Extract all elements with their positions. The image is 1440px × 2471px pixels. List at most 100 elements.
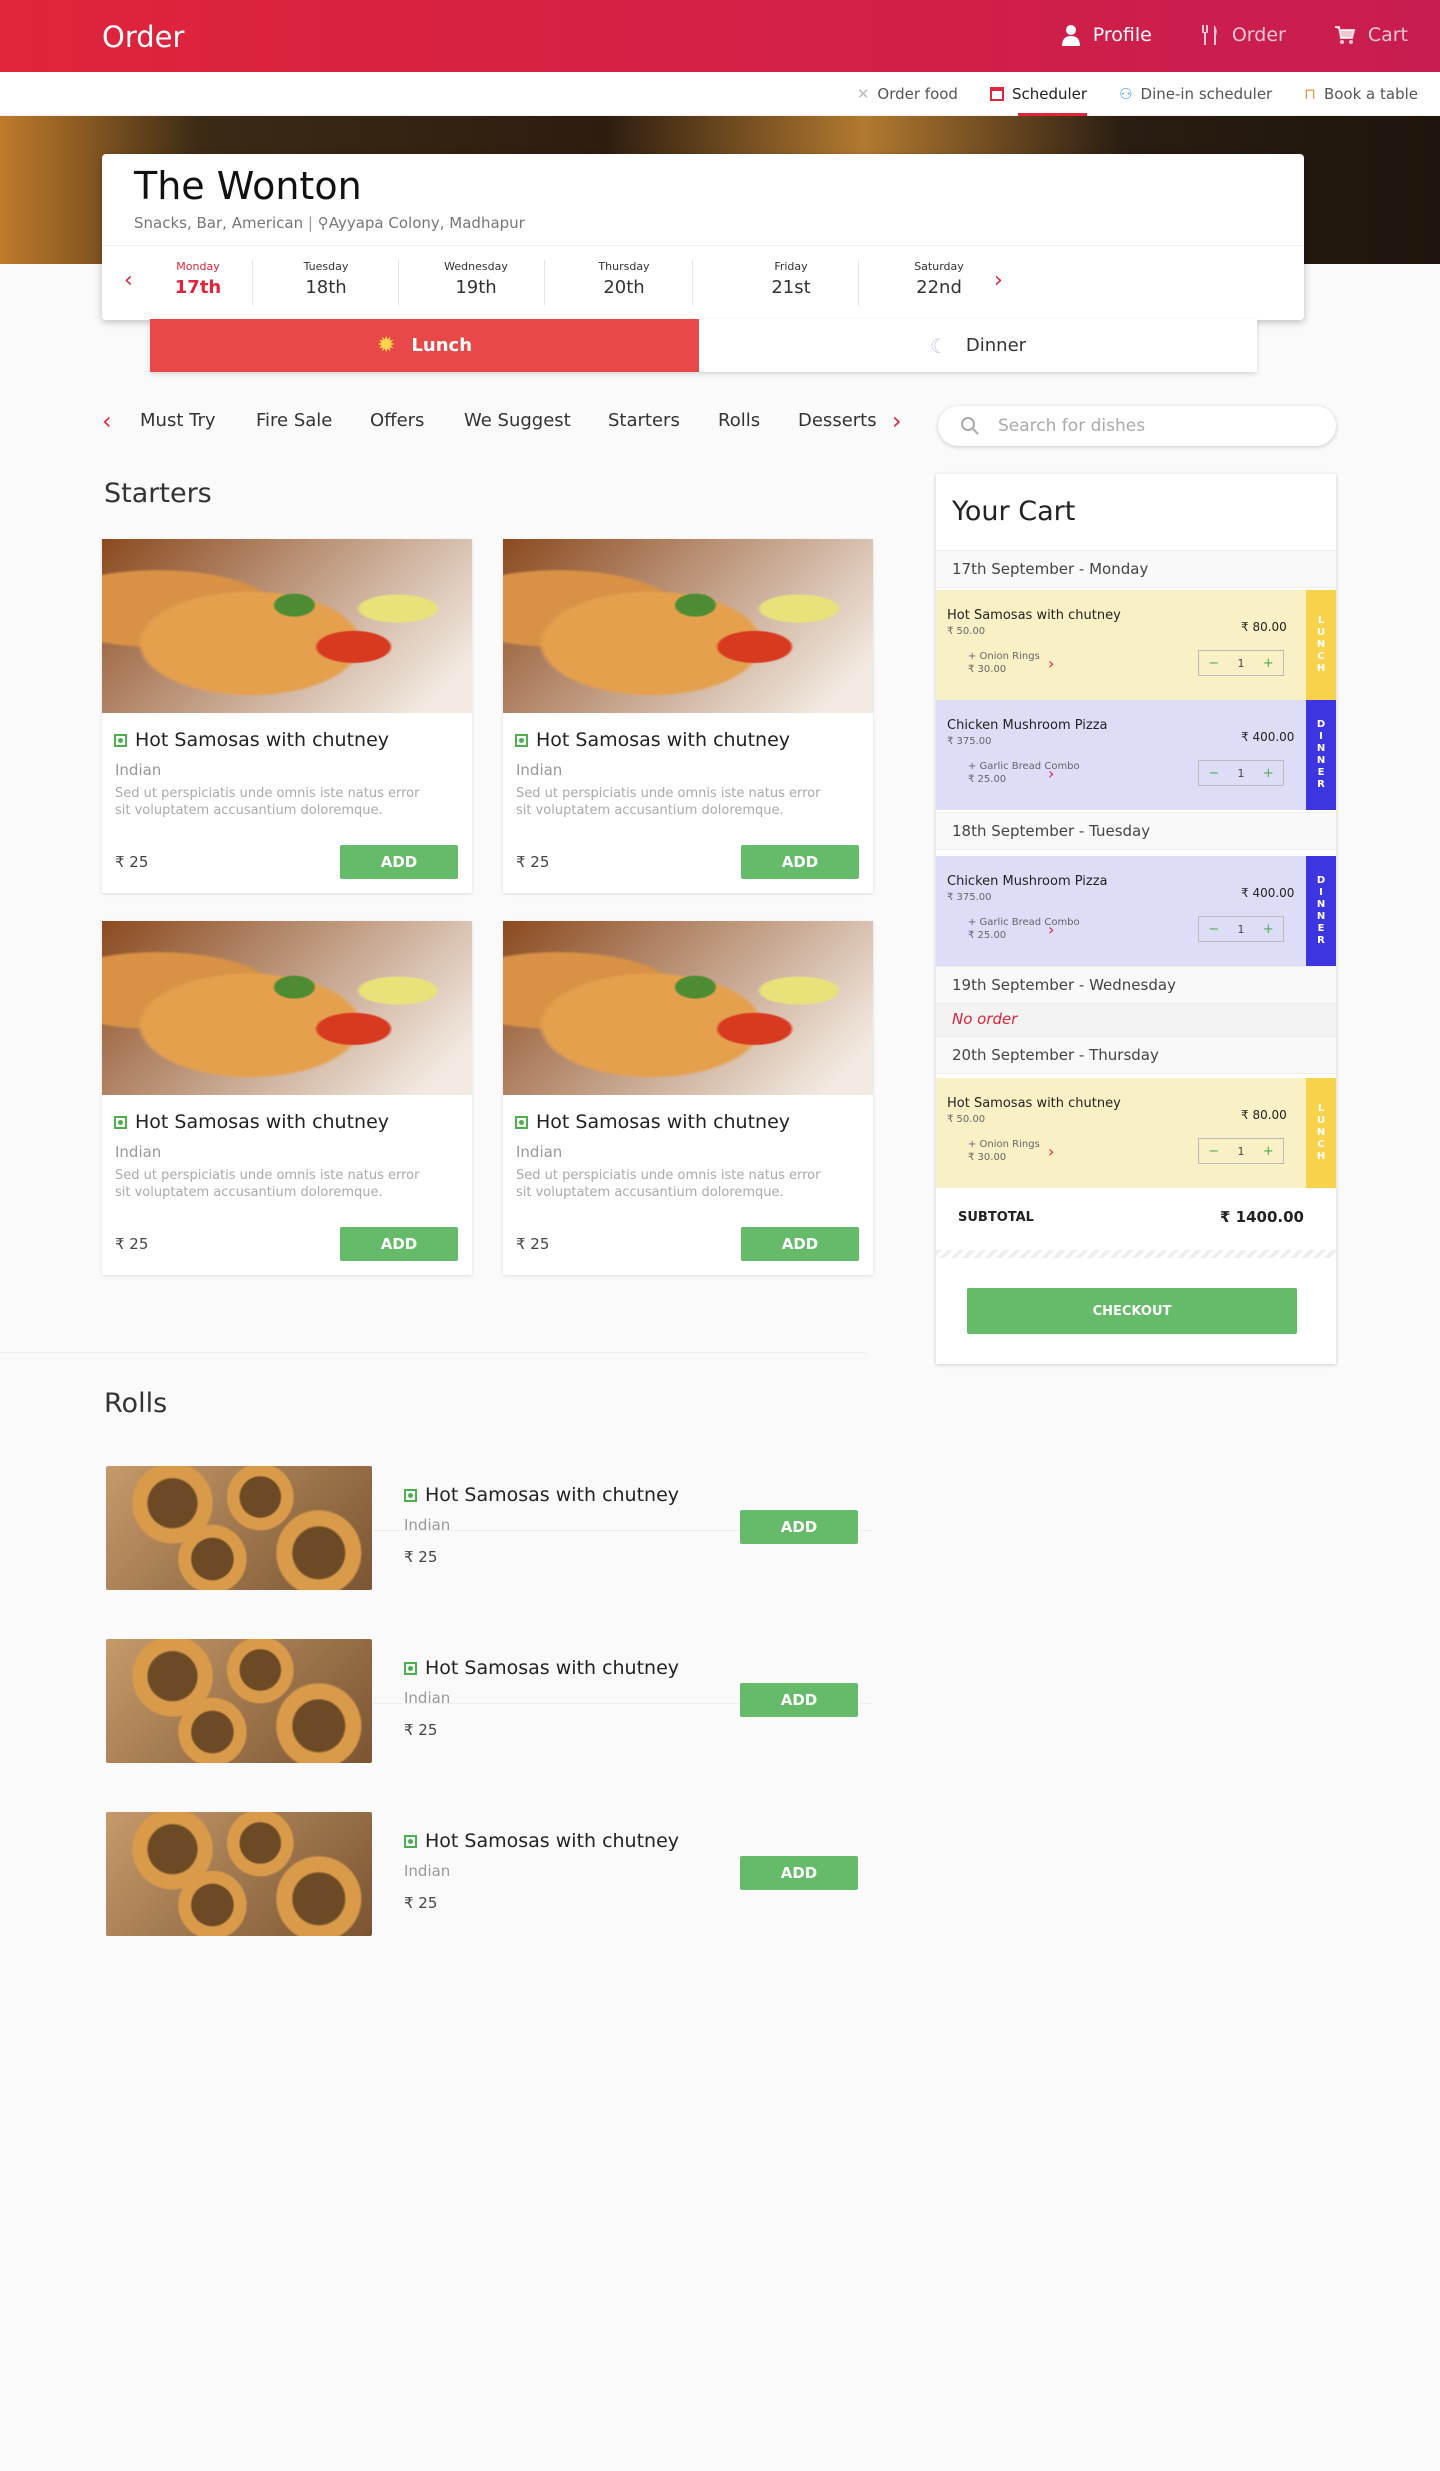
user-icon (1061, 25, 1080, 46)
search-placeholder: Search for dishes (998, 416, 1146, 436)
roll-image (106, 1812, 372, 1936)
cart-item-name: Chicken Mushroom Pizza (947, 718, 1108, 733)
dish-card[interactable]: Hot Samosas with chutney Indian Sed ut p… (102, 539, 472, 893)
minus-icon[interactable]: − (1208, 922, 1219, 937)
roll-image (106, 1466, 372, 1590)
minus-icon[interactable]: − (1208, 656, 1219, 671)
day-thursday[interactable]: Thursday 20th (574, 260, 674, 298)
dish-image (503, 921, 873, 1095)
add-button[interactable]: ADD (340, 1227, 458, 1261)
dish-card[interactable]: Hot Samosas with chutney Indian Sed ut p… (102, 921, 472, 1275)
no-order-label: No order (936, 1004, 1336, 1036)
quantity-stepper[interactable]: −1 + (1198, 1138, 1284, 1164)
next-day-icon[interactable]: › (994, 268, 1003, 293)
add-button[interactable]: ADD (741, 1227, 859, 1261)
veg-icon (114, 1115, 127, 1129)
dish-card[interactable]: Hot Samosas with chutney Indian Sed ut p… (503, 921, 873, 1275)
sun-icon: ✹ (376, 333, 396, 358)
dish-cuisine: Indian (115, 761, 162, 779)
dinner-tag: DINNER (1306, 700, 1336, 810)
dish-cuisine: Indian (516, 1143, 563, 1161)
roll-item[interactable]: Hot Samosas with chutney Indian ₹ 25 ADD (104, 1639, 872, 1765)
cat-must-try[interactable]: Must Try (140, 410, 216, 431)
veg-icon (404, 1661, 417, 1675)
dish-cuisine: Indian (516, 761, 563, 779)
quantity-stepper[interactable]: −1 + (1198, 760, 1284, 786)
cart-item: Chicken Mushroom Pizza ₹ 375.00 ₹ 400.00… (936, 856, 1336, 966)
chevron-right-icon[interactable]: › (1048, 654, 1054, 673)
minus-icon[interactable]: − (1208, 766, 1219, 781)
cat-we-suggest[interactable]: We Suggest (464, 410, 571, 431)
subnav-order-food[interactable]: ✕ Order food (857, 85, 958, 103)
day-saturday[interactable]: Saturday 22nd (892, 260, 986, 298)
subnav-book-table[interactable]: ⊓ Book a table (1304, 85, 1418, 103)
top-nav: Profile Order Cart (1061, 24, 1408, 46)
add-button[interactable]: ADD (740, 1856, 858, 1890)
cat-rolls[interactable]: Rolls (718, 410, 760, 431)
dinner-tab[interactable]: ☾ Dinner (699, 319, 1257, 372)
dish-image (102, 539, 472, 713)
roll-item[interactable]: Hot Samosas with chutney Indian ₹ 25 ADD (104, 1466, 872, 1592)
restaurant-card: The Wonton Snacks, Bar, American | ⚲Ayya… (102, 154, 1304, 320)
add-button[interactable]: ADD (740, 1683, 858, 1717)
cat-starters[interactable]: Starters (608, 410, 680, 431)
dish-description: Sed ut perspiciatis unde omnis iste natu… (115, 1168, 420, 1200)
cart-date-header: 17th September - Monday (936, 550, 1336, 588)
dish-price: ₹ 25 (115, 853, 149, 871)
section-title-rolls: Rolls (104, 1388, 168, 1419)
plus-icon[interactable]: + (1263, 656, 1274, 671)
roll-cuisine: Indian (404, 1689, 451, 1707)
cat-offers[interactable]: Offers (370, 410, 424, 431)
cart-item-price: ₹ 375.00 (947, 736, 992, 747)
subtotal-value: ₹ 1400.00 (1220, 1208, 1304, 1226)
dish-description: Sed ut perspiciatis unde omnis iste natu… (516, 1168, 821, 1200)
page-title: Order (102, 20, 185, 54)
cutlery-icon: ✕ (856, 85, 870, 103)
nav-order[interactable]: Order (1200, 24, 1286, 46)
subnav-scheduler[interactable]: Scheduler (989, 85, 1088, 116)
prev-day-icon[interactable]: ‹ (124, 268, 133, 293)
chevron-right-icon[interactable]: › (1048, 1142, 1054, 1161)
sub-nav: ✕ Order food Scheduler ⚇ Dine-in scheduler… (0, 72, 1440, 116)
veg-icon (114, 733, 127, 747)
roll-price: ₹ 25 (404, 1894, 438, 1912)
chevron-right-icon[interactable]: › (1048, 764, 1054, 783)
add-button[interactable]: ADD (340, 845, 458, 879)
dish-name: Hot Samosas with chutney (135, 1111, 390, 1133)
quantity-stepper[interactable]: −1 + (1198, 650, 1284, 676)
top-bar: Order Profile Order Cart (0, 0, 1440, 72)
cat-desserts[interactable]: Desserts (798, 410, 877, 431)
search-input[interactable]: Search for dishes (938, 406, 1336, 446)
cart-item-name: Chicken Mushroom Pizza (947, 874, 1108, 889)
cart-date-header: 18th September - Tuesday (936, 812, 1336, 850)
veg-icon (404, 1488, 417, 1502)
cat-prev-icon[interactable]: ‹ (102, 407, 112, 435)
day-friday[interactable]: Friday 21st (750, 260, 832, 298)
cat-fire-sale[interactable]: Fire Sale (256, 410, 332, 431)
plus-icon[interactable]: + (1263, 922, 1274, 937)
subnav-dine-in-scheduler[interactable]: ⚇ Dine-in scheduler (1119, 85, 1272, 103)
nav-cart[interactable]: Cart (1334, 24, 1408, 46)
cart-item-total: ₹ 80.00 (1241, 620, 1287, 634)
add-button[interactable]: ADD (740, 1510, 858, 1544)
cart-item-price: ₹ 50.00 (947, 1114, 986, 1125)
dish-card[interactable]: Hot Samosas with chutney Indian Sed ut p… (503, 539, 873, 893)
checkout-button[interactable]: CHECKOUT (967, 1288, 1297, 1334)
minus-icon[interactable]: − (1208, 1144, 1219, 1159)
cart-item-total: ₹ 400.00 (1241, 730, 1295, 744)
day-tuesday[interactable]: Tuesday 18th (282, 260, 370, 298)
cart-item: Hot Samosas with chutney ₹ 50.00 ₹ 80.00… (936, 1078, 1336, 1188)
plus-icon[interactable]: + (1263, 1144, 1274, 1159)
lunch-tab[interactable]: ✹ Lunch (150, 319, 699, 372)
chevron-right-icon[interactable]: › (1048, 920, 1054, 939)
quantity-stepper[interactable]: −1 + (1198, 916, 1284, 942)
day-monday[interactable]: Monday 17th (160, 260, 236, 298)
roll-item[interactable]: Hot Samosas with chutney Indian ₹ 25 ADD (104, 1812, 872, 1938)
add-button[interactable]: ADD (741, 845, 859, 879)
dinner-tag: DINNER (1306, 856, 1336, 966)
nav-profile[interactable]: Profile (1061, 24, 1152, 46)
cat-next-icon[interactable]: › (892, 407, 902, 435)
plus-icon[interactable]: + (1263, 766, 1274, 781)
day-wednesday[interactable]: Wednesday 19th (424, 260, 528, 298)
section-title-starters: Starters (104, 478, 212, 509)
